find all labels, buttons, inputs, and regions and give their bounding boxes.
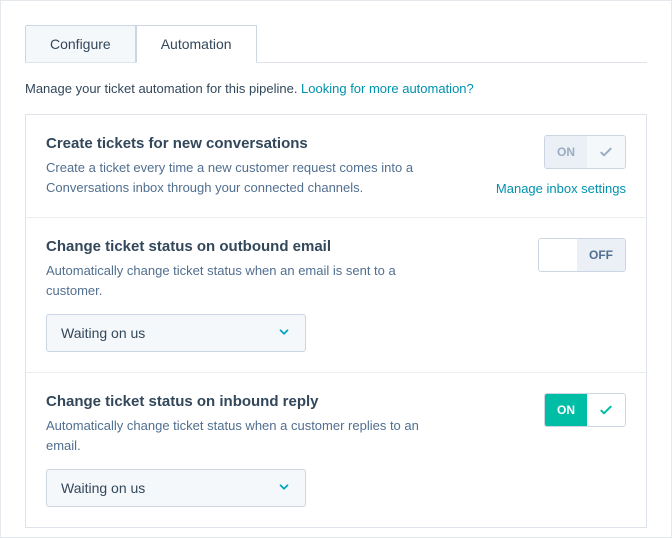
settings-card: Create tickets for new conversations Cre…	[25, 114, 647, 528]
section-description: Automatically change ticket status when …	[46, 261, 426, 300]
section-title: Create tickets for new conversations	[46, 135, 426, 152]
section-description: Automatically change ticket status when …	[46, 416, 426, 455]
intro-text: Manage your ticket automation for this p…	[25, 81, 647, 96]
select-outbound-status[interactable]: Waiting on us	[46, 314, 306, 352]
check-icon	[587, 136, 625, 168]
section-description: Create a ticket every time a new custome…	[46, 158, 426, 197]
section-title: Change ticket status on outbound email	[46, 238, 426, 255]
section-create-tickets: Create tickets for new conversations Cre…	[26, 115, 646, 218]
chevron-down-icon	[277, 325, 291, 342]
section-outbound-email: Change ticket status on outbound email A…	[26, 218, 646, 373]
toggle-create-tickets: ON	[544, 135, 626, 169]
check-icon	[587, 394, 625, 426]
toggle-label: ON	[545, 394, 587, 426]
select-value: Waiting on us	[61, 480, 145, 496]
manage-inbox-link[interactable]: Manage inbox settings	[496, 181, 626, 196]
section-title: Change ticket status on inbound reply	[46, 393, 426, 410]
toggle-outbound-email[interactable]: OFF	[538, 238, 626, 272]
tab-automation[interactable]: Automation	[136, 25, 257, 63]
automation-panel: Configure Automation Manage your ticket …	[0, 0, 672, 538]
tabs: Configure Automation	[25, 25, 647, 63]
intro-message: Manage your ticket automation for this p…	[25, 81, 301, 96]
tab-configure[interactable]: Configure	[25, 25, 136, 62]
section-inbound-reply: Change ticket status on inbound reply Au…	[26, 373, 646, 527]
intro-link[interactable]: Looking for more automation?	[301, 81, 474, 96]
select-value: Waiting on us	[61, 325, 145, 341]
check-icon	[539, 239, 577, 271]
select-inbound-status[interactable]: Waiting on us	[46, 469, 306, 507]
chevron-down-icon	[277, 480, 291, 497]
toggle-inbound-reply[interactable]: ON	[544, 393, 626, 427]
toggle-label: ON	[545, 136, 587, 168]
toggle-label: OFF	[577, 239, 625, 271]
